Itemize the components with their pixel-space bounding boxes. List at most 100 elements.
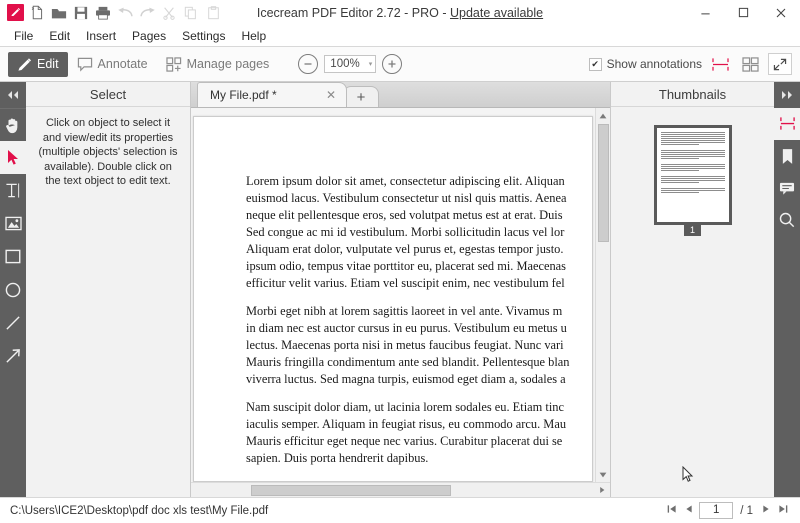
scroll-up-arrow-icon[interactable] xyxy=(596,108,611,123)
doc-line: in diam nec est auctor cursus in eu puru… xyxy=(246,321,567,335)
comments-panel-icon[interactable] xyxy=(774,172,800,204)
zoom-in-button[interactable] xyxy=(382,54,402,74)
document-horizontal-scrollbar[interactable] xyxy=(191,482,610,497)
search-panel-icon[interactable] xyxy=(774,204,800,236)
doc-line: lectus. Maecenas porta nisi in metus fau… xyxy=(246,338,564,352)
document-paragraph: Morbi eget nibh at lorem sagittis laoree… xyxy=(246,303,592,388)
horizontal-scroll-thumb[interactable] xyxy=(251,485,451,496)
status-bar: C:\Users\ICE2\Desktop\pdf doc xls test\M… xyxy=(0,497,800,523)
manage-pages-icon xyxy=(166,57,182,72)
update-available-link[interactable]: Update available xyxy=(450,6,543,20)
menu-insert[interactable]: Insert xyxy=(78,27,124,45)
left-panel-title: Select xyxy=(26,82,190,107)
tab-label: My File.pdf * xyxy=(210,88,318,102)
scroll-right-arrow-icon[interactable] xyxy=(598,481,610,499)
doc-line: viverra luctus. Sed magna turpis, euismo… xyxy=(246,372,566,386)
arrow-tool-icon[interactable] xyxy=(0,339,26,372)
last-page-button[interactable] xyxy=(776,504,790,517)
thumbnail-item[interactable]: 1 xyxy=(611,125,774,236)
menu-settings[interactable]: Settings xyxy=(174,27,233,45)
tab-close-icon[interactable]: ✕ xyxy=(324,88,338,102)
minimize-button[interactable] xyxy=(686,0,724,25)
tab-bar: My File.pdf * ✕ + xyxy=(191,82,610,108)
quick-access-toolbar xyxy=(0,2,224,24)
zoom-level-value: 100% xyxy=(330,58,359,70)
vertical-scroll-thumb[interactable] xyxy=(598,124,609,242)
doc-line: euismod lacus. Vestibulum consectetur ut… xyxy=(246,191,567,205)
single-page-view-icon[interactable] xyxy=(708,53,732,75)
document-workspace: My File.pdf * ✕ + Lorem ipsum dolor sit … xyxy=(191,82,610,497)
menu-file[interactable]: File xyxy=(6,27,41,45)
doc-line: Sed congue ac mi id vestibulum. Morbi so… xyxy=(246,225,564,239)
fullscreen-button[interactable] xyxy=(768,53,792,75)
doc-line: ipsum odio, tempus vitae porttitor eu, p… xyxy=(246,259,566,273)
menu-bar: File Edit Insert Pages Settings Help xyxy=(0,25,800,47)
chevron-down-icon: ▾ xyxy=(369,60,373,68)
next-page-button[interactable] xyxy=(760,504,772,517)
pdf-page-1[interactable]: Lorem ipsum dolor sit amet, consectetur … xyxy=(193,116,593,482)
view-options: ✔ Show annotations xyxy=(589,53,800,75)
doc-line: Lorem ipsum dolor sit amet, consectetur … xyxy=(246,174,565,188)
hand-tool-icon[interactable] xyxy=(0,108,26,141)
doc-line: sapien. Duis porta hendrerit dapibus. xyxy=(246,451,428,465)
doc-line: Mauris fringilla condimentum ante sed bl… xyxy=(246,355,569,369)
page-scroll-region: Lorem ipsum dolor sit amet, consectetur … xyxy=(191,108,595,482)
image-tool-icon[interactable] xyxy=(0,207,26,240)
left-panel-description: Click on object to select it and view/ed… xyxy=(26,107,190,198)
edit-mode-button[interactable]: Edit xyxy=(8,52,68,77)
bookmark-panel-icon[interactable] xyxy=(774,140,800,172)
main-toolbar: Edit Annotate Manage pages 100% ▾ xyxy=(0,47,800,82)
show-annotations-checkbox[interactable]: ✔ Show annotations xyxy=(589,57,702,71)
page-navigation: 1 / 1 xyxy=(665,502,790,519)
undo-icon[interactable] xyxy=(114,2,136,24)
close-button[interactable] xyxy=(762,0,800,25)
maximize-button[interactable] xyxy=(724,0,762,25)
scroll-down-arrow-icon[interactable] xyxy=(596,467,611,482)
previous-page-button[interactable] xyxy=(683,504,695,517)
document-vertical-scrollbar[interactable] xyxy=(595,108,610,482)
app-logo-icon[interactable] xyxy=(4,2,26,24)
edit-mode-label: Edit xyxy=(37,57,59,71)
paste-icon[interactable] xyxy=(202,2,224,24)
page-thumbnail-1[interactable] xyxy=(654,125,732,225)
collapse-left-panel-button[interactable] xyxy=(0,82,26,108)
rectangle-tool-icon[interactable] xyxy=(0,240,26,273)
collapse-right-panel-button[interactable] xyxy=(774,82,800,108)
ellipse-tool-icon[interactable] xyxy=(0,273,26,306)
select-tool-icon[interactable] xyxy=(0,141,26,174)
new-file-icon[interactable] xyxy=(26,2,48,24)
menu-help[interactable]: Help xyxy=(233,27,274,45)
copy-icon[interactable] xyxy=(180,2,202,24)
menu-pages[interactable]: Pages xyxy=(124,27,174,45)
doc-line: iaculis semper. Aliquam in feugiat risus… xyxy=(246,417,566,431)
text-tool-icon[interactable] xyxy=(0,174,26,207)
new-tab-button[interactable]: + xyxy=(343,86,379,107)
manage-pages-button[interactable]: Manage pages xyxy=(157,52,279,77)
right-tool-strip xyxy=(774,82,800,497)
document-paragraph: Nam suscipit dolor diam, ut lacinia lore… xyxy=(246,399,592,467)
title-bar: Icecream PDF Editor 2.72 - PRO - Update … xyxy=(0,0,800,25)
line-tool-icon[interactable] xyxy=(0,306,26,339)
show-annotations-label: Show annotations xyxy=(607,57,702,71)
thumbnail-page-number: 1 xyxy=(684,224,701,236)
current-page-input[interactable]: 1 xyxy=(699,502,733,519)
doc-line: Mauris efficitur eget neque nec varius. … xyxy=(246,434,562,448)
redo-icon[interactable] xyxy=(136,2,158,24)
main-body: Select Click on object to select it and … xyxy=(0,82,800,497)
cut-icon[interactable] xyxy=(158,2,180,24)
menu-edit[interactable]: Edit xyxy=(41,27,78,45)
doc-line: Morbi eget nibh at lorem sagittis laoree… xyxy=(246,304,562,318)
zoom-out-button[interactable] xyxy=(298,54,318,74)
window-title-text: Icecream PDF Editor 2.72 - PRO - xyxy=(257,6,450,20)
pages-panel-icon[interactable] xyxy=(774,108,800,140)
zoom-level-select[interactable]: 100% ▾ xyxy=(324,55,376,73)
open-file-icon[interactable] xyxy=(48,2,70,24)
document-viewport: Lorem ipsum dolor sit amet, consectetur … xyxy=(191,108,610,497)
grid-view-icon[interactable] xyxy=(738,53,762,75)
tab-my-file-pdf[interactable]: My File.pdf * ✕ xyxy=(197,82,347,107)
annotate-mode-button[interactable]: Annotate xyxy=(68,52,157,77)
doc-line: Suspendisse ut varius ex, at sagittis lo… xyxy=(246,479,564,482)
save-icon[interactable] xyxy=(70,2,92,24)
first-page-button[interactable] xyxy=(665,504,679,517)
print-icon[interactable] xyxy=(92,2,114,24)
